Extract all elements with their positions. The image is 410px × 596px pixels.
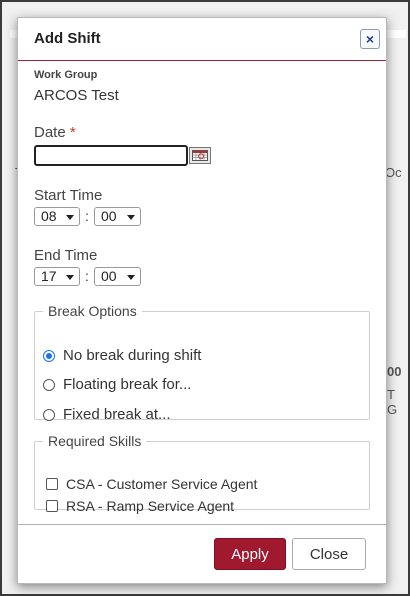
- dialog-header: Add Shift ×: [18, 18, 386, 61]
- end-hour-value: 17: [41, 268, 57, 284]
- checkbox[interactable]: [46, 500, 58, 512]
- skill-label: CSA - Customer Service Agent: [66, 476, 258, 492]
- chevron-down-icon: [127, 215, 135, 220]
- close-dialog-button[interactable]: ×: [360, 29, 380, 49]
- add-shift-dialog: Add Shift × Work Group ARCOS Test Date *…: [17, 17, 387, 584]
- skill-csa[interactable]: CSA - Customer Service Agent: [46, 476, 257, 492]
- radio-button[interactable]: [43, 378, 55, 391]
- work-group-label: Work Group: [34, 69, 98, 81]
- end-minute-select[interactable]: 00: [94, 267, 141, 286]
- required-skills-group: Required Skills CSA - Customer Service A…: [34, 433, 370, 514]
- required-skills-legend: Required Skills: [48, 433, 142, 449]
- apply-button[interactable]: Apply: [214, 538, 286, 570]
- skill-label: RSA - Ramp Service Agent: [66, 498, 235, 514]
- close-button[interactable]: Close: [292, 538, 366, 570]
- date-label: Date *: [34, 124, 76, 141]
- break-options-group: Break Options No break during shift Floa…: [34, 303, 370, 423]
- date-label-text: Date: [34, 124, 66, 141]
- break-option-label: Fixed break at...: [63, 406, 171, 423]
- date-input[interactable]: [34, 145, 188, 166]
- start-time-label: Start Time: [34, 187, 103, 204]
- break-option-fixed[interactable]: Fixed break at...: [43, 406, 171, 423]
- calendar-icon: [192, 150, 208, 161]
- work-group-value: ARCOS Test: [34, 87, 119, 104]
- background-text: 00: [387, 364, 402, 379]
- start-minute-select[interactable]: 00: [94, 207, 141, 226]
- radio-button[interactable]: [43, 349, 55, 362]
- checkbox[interactable]: [46, 478, 58, 490]
- break-option-label: No break during shift: [63, 347, 202, 364]
- break-option-label: Floating break for...: [63, 376, 192, 393]
- dialog-title: Add Shift: [34, 30, 101, 47]
- end-time-label: End Time: [34, 247, 98, 264]
- background-text: T G: [387, 387, 398, 417]
- time-separator: :: [85, 268, 89, 284]
- start-hour-value: 08: [41, 208, 57, 224]
- calendar-button[interactable]: [189, 147, 211, 164]
- skill-rsa[interactable]: RSA - Ramp Service Agent: [46, 498, 234, 514]
- required-indicator: *: [69, 124, 76, 141]
- radio-button[interactable]: [43, 408, 55, 421]
- break-option-no-break[interactable]: No break during shift: [43, 347, 201, 364]
- start-hour-select[interactable]: 08: [34, 207, 80, 226]
- chevron-down-icon: [66, 275, 74, 280]
- time-separator: :: [85, 208, 89, 224]
- end-minute-value: 00: [101, 268, 117, 284]
- chevron-down-icon: [127, 275, 135, 280]
- chevron-down-icon: [66, 215, 74, 220]
- dialog-footer: Apply Close: [18, 524, 386, 584]
- background-text: Oc: [385, 165, 402, 180]
- break-options-legend: Break Options: [48, 303, 137, 319]
- close-icon: ×: [365, 31, 375, 47]
- end-hour-select[interactable]: 17: [34, 267, 80, 286]
- break-option-floating[interactable]: Floating break for...: [43, 376, 191, 393]
- start-minute-value: 00: [101, 208, 117, 224]
